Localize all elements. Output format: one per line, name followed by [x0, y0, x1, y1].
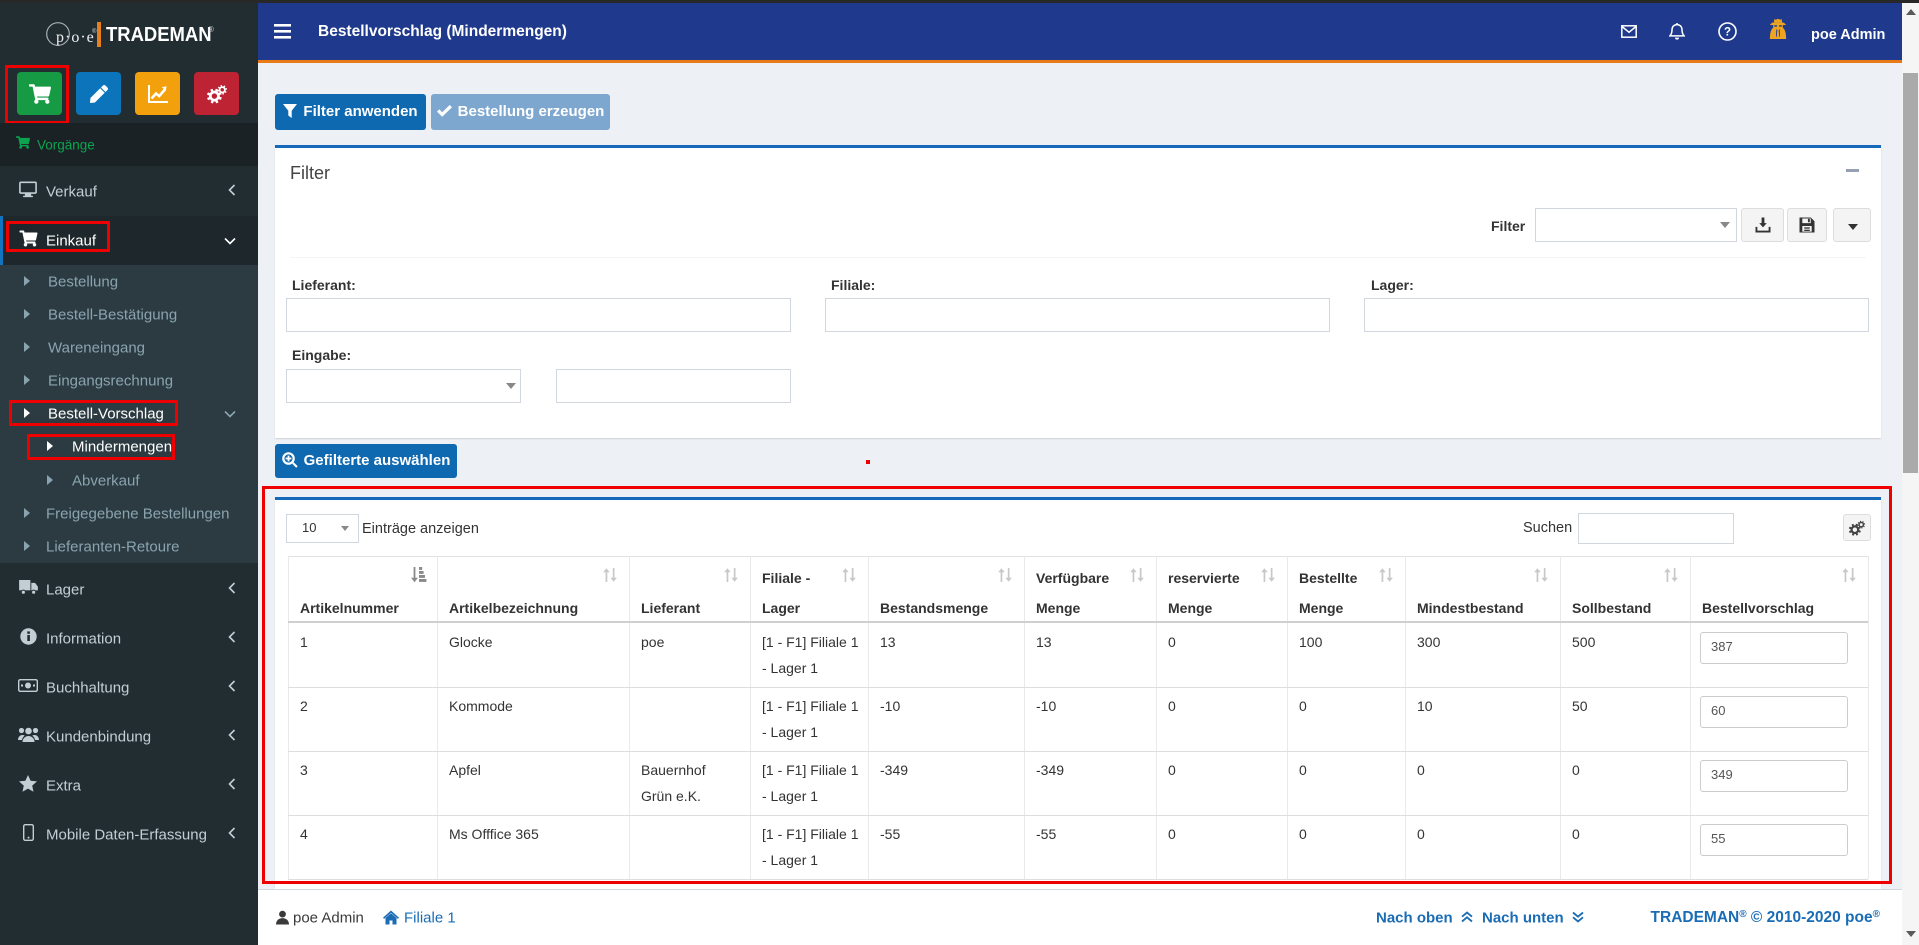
svg-text:?: ? [1724, 27, 1731, 39]
